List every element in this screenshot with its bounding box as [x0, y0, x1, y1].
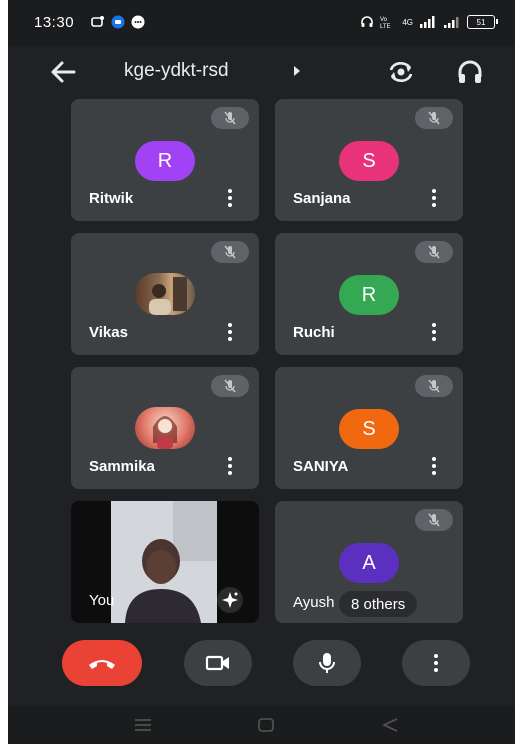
status-right-icons: Vo LTE 4G 51: [360, 14, 498, 30]
phone-screen: 13:30 Vo LTE 4G 51 kge-ydkt-rsd R Ritwik…: [8, 0, 515, 744]
person-video-icon: [111, 501, 217, 623]
more-vert-icon[interactable]: [431, 189, 437, 207]
mic-off-icon: [428, 379, 440, 393]
end-call-button[interactable]: [62, 640, 142, 686]
more-vert-icon[interactable]: [227, 323, 233, 341]
muted-indicator: [211, 107, 249, 129]
status-time: 13:30: [34, 14, 75, 31]
back-arrow-icon[interactable]: [48, 58, 78, 86]
avatar-photo: [135, 407, 195, 449]
effects-button[interactable]: [217, 587, 243, 613]
mic-off-icon: [224, 111, 236, 125]
others-badge[interactable]: 8 others: [339, 591, 418, 617]
muted-indicator: [415, 375, 453, 397]
home-icon[interactable]: [257, 716, 275, 734]
muted-indicator: [415, 241, 453, 263]
more-options-button[interactable]: [402, 640, 470, 686]
avatar: S: [339, 409, 399, 449]
participant-tile-ayush[interactable]: A Ayush 8 others: [275, 501, 463, 623]
muted-indicator: [211, 375, 249, 397]
doll-photo-icon: [153, 416, 177, 449]
avatar: R: [135, 141, 195, 181]
headphones-icon[interactable]: [456, 58, 484, 86]
svg-text:Vo: Vo: [380, 17, 388, 23]
person-photo-icon: [149, 277, 187, 315]
recent-apps-icon[interactable]: [133, 716, 153, 734]
mic-off-icon: [428, 513, 440, 527]
sparkle-icon: [222, 592, 238, 608]
participant-tile-sammika[interactable]: Sammika: [71, 367, 259, 489]
participant-tile-ritwik[interactable]: R Ritwik: [71, 99, 259, 221]
microphone-icon: [319, 653, 335, 673]
muted-indicator: [415, 107, 453, 129]
video-toggle-button[interactable]: [184, 640, 252, 686]
self-label: You: [89, 592, 115, 609]
participant-name: Vikas: [89, 324, 128, 341]
status-left-icons: [91, 14, 145, 30]
self-video-feed: [111, 501, 217, 623]
battery-level: 51: [476, 17, 486, 27]
more-vert-icon[interactable]: [431, 323, 437, 341]
avatar: R: [339, 275, 399, 315]
volte-icon: VoLTE: [380, 17, 391, 29]
mic-off-icon: [428, 111, 440, 125]
muted-indicator: [211, 241, 249, 263]
expand-caret-icon[interactable]: [294, 66, 300, 76]
participant-name: Sammika: [89, 458, 155, 475]
signal-4g-icon: [420, 16, 435, 28]
end-call-icon: [89, 660, 115, 669]
more-vert-icon[interactable]: [227, 457, 233, 475]
mic-off-icon: [428, 245, 440, 259]
more-options-icon: [433, 654, 439, 672]
participant-name: Ruchi: [293, 324, 335, 341]
more-vert-icon[interactable]: [431, 457, 437, 475]
participant-tile-vikas[interactable]: Vikas: [71, 233, 259, 355]
chat-icon: [131, 15, 145, 29]
mic-off-icon: [224, 245, 236, 259]
status-bar: 13:30 Vo LTE 4G 51: [8, 0, 515, 46]
headphone-icon: [361, 16, 374, 27]
microphone-toggle-button[interactable]: [293, 640, 361, 686]
network-type: 4G: [402, 17, 413, 27]
participant-name: SANIYA: [293, 458, 349, 475]
back-icon[interactable]: [380, 716, 400, 734]
avatar: S: [339, 141, 399, 181]
meeting-code[interactable]: kge-ydkt-rsd: [124, 60, 229, 82]
notification-icon: [91, 16, 104, 27]
avatar: A: [339, 543, 399, 583]
mic-off-icon: [224, 379, 236, 393]
participant-name: Ayush: [293, 594, 335, 611]
participant-tile-ruchi[interactable]: R Ruchi: [275, 233, 463, 355]
participant-tile-saniya[interactable]: S SANIYA: [275, 367, 463, 489]
wifi-signal-icon: [444, 17, 459, 28]
meeting-header: kge-ydkt-rsd: [8, 46, 515, 98]
svg-text:LTE: LTE: [380, 24, 391, 29]
video-camera-icon: [205, 655, 229, 671]
self-video-tile[interactable]: You: [71, 501, 259, 623]
participant-tile-sanjana[interactable]: S Sanjana: [275, 99, 463, 221]
avatar-photo: [135, 273, 195, 315]
messenger-icon: [111, 15, 125, 29]
battery-icon: 51: [467, 15, 498, 29]
participant-name: Ritwik: [89, 190, 134, 207]
camera-switch-icon[interactable]: [386, 58, 416, 86]
participant-name: Sanjana: [293, 190, 351, 207]
more-vert-icon[interactable]: [227, 189, 233, 207]
muted-indicator: [415, 509, 453, 531]
system-nav-bar: [8, 706, 515, 744]
